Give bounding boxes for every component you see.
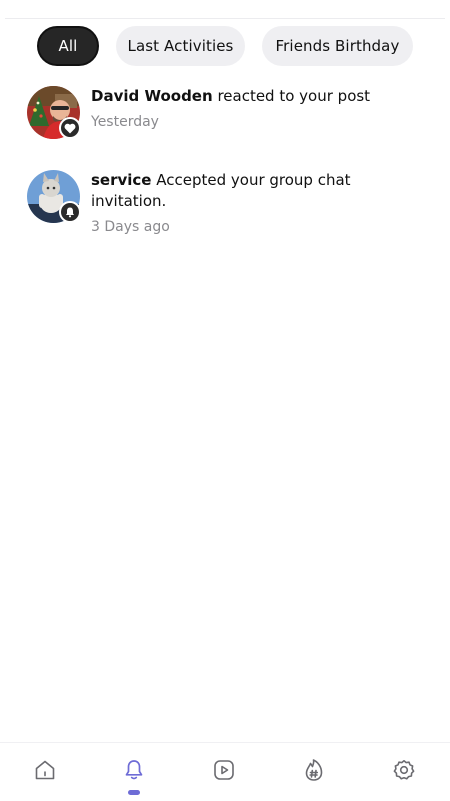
filter-bar: All Last Activities Friends Birthday	[0, 25, 450, 67]
notification-item[interactable]: service Accepted your group chat invitat…	[27, 170, 427, 250]
notification-time: Yesterday	[91, 114, 159, 130]
notification-time: 3 Days ago	[91, 219, 170, 235]
avatar[interactable]	[27, 170, 81, 223]
notification-user-name[interactable]: service	[91, 171, 151, 189]
hashtag-fire-icon[interactable]	[301, 757, 327, 783]
notification-text: David Wooden reacted to your post	[91, 86, 411, 107]
active-tab-indicator	[128, 790, 140, 795]
bottom-nav	[0, 742, 450, 801]
play-icon[interactable]	[211, 757, 237, 783]
top-divider	[5, 18, 445, 19]
notification-user-name[interactable]: David Wooden	[91, 87, 213, 105]
filter-chip-all[interactable]: All	[37, 26, 99, 66]
filter-chip-friends-birthday[interactable]: Friends Birthday	[262, 26, 413, 66]
notification-body: service Accepted your group chat invitat…	[91, 170, 411, 235]
bell-icon[interactable]	[121, 757, 147, 783]
notification-message: reacted to your post	[212, 87, 371, 105]
bell-icon	[59, 201, 81, 223]
filter-chip-last-activities[interactable]: Last Activities	[116, 26, 245, 66]
gear-icon[interactable]	[391, 757, 417, 783]
notification-text: service Accepted your group chat invitat…	[91, 170, 411, 212]
home-icon[interactable]	[32, 757, 58, 783]
heart-icon	[59, 117, 81, 139]
notification-item[interactable]: David Wooden reacted to your post Yester…	[27, 86, 427, 146]
notification-body: David Wooden reacted to your post Yester…	[91, 86, 411, 130]
avatar[interactable]	[27, 86, 81, 139]
